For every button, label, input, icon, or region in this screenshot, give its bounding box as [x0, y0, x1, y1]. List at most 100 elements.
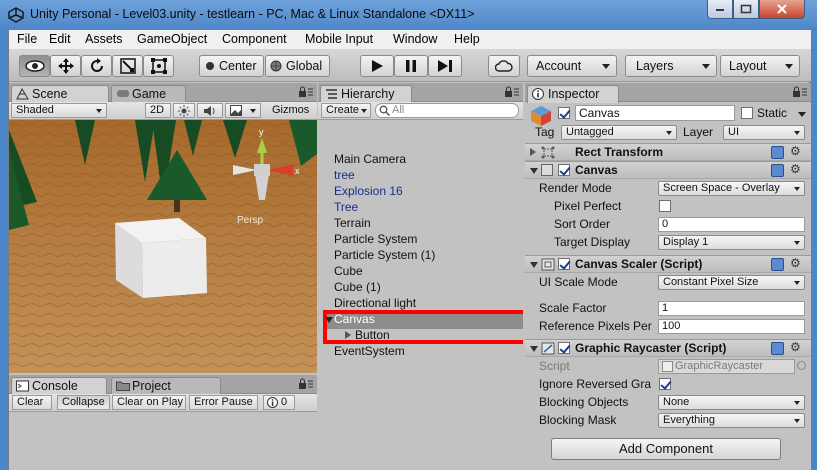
static-checkbox[interactable]: [741, 107, 753, 119]
menu-gameobject[interactable]: GameObject: [137, 32, 207, 46]
scene-viewport[interactable]: y x Persp: [9, 120, 317, 373]
projection-label[interactable]: Persp: [237, 215, 264, 226]
expand-arrow-icon[interactable]: [530, 346, 538, 352]
cloud-button[interactable]: [488, 55, 520, 77]
layers-dropdown[interactable]: Layers: [625, 55, 717, 77]
hierarchy-item-particle-system-1[interactable]: Particle System (1): [334, 248, 435, 262]
console-error-pause-toggle[interactable]: Error Pause: [189, 395, 258, 410]
expand-canvas-icon[interactable]: [325, 317, 333, 323]
menu-mobile-input[interactable]: Mobile Input: [305, 32, 373, 46]
object-name-field[interactable]: Canvas: [575, 105, 735, 121]
hierarchy-item-cube-1[interactable]: Cube (1): [334, 280, 381, 294]
step-button[interactable]: [428, 55, 462, 77]
reference-pixels-field[interactable]: 100: [658, 319, 805, 334]
graphic-raycaster-enabled-checkbox[interactable]: [558, 342, 570, 354]
help-book-icon[interactable]: [771, 146, 784, 159]
2d-toggle[interactable]: 2D: [145, 103, 171, 118]
rect-transform-header[interactable]: Rect Transform ⚙: [525, 143, 811, 161]
panel-options[interactable]: [297, 86, 313, 101]
expand-arrow-icon[interactable]: [530, 262, 538, 268]
account-dropdown[interactable]: Account: [527, 55, 617, 77]
menu-assets[interactable]: Assets: [85, 32, 123, 46]
hierarchy-item-particle-system[interactable]: Particle System: [334, 232, 417, 246]
help-book-icon[interactable]: [771, 342, 784, 355]
scale-factor-field[interactable]: 1: [658, 301, 805, 316]
hierarchy-item-explosion-16[interactable]: Explosion 16: [334, 184, 403, 198]
hierarchy-item-button[interactable]: Button: [355, 328, 390, 342]
scene-lighting-toggle[interactable]: [173, 103, 195, 118]
maximize-button[interactable]: [733, 0, 759, 19]
hierarchy-item-tree[interactable]: tree: [334, 168, 355, 182]
collapse-arrow-icon[interactable]: [530, 148, 536, 156]
blocking-mask-dropdown[interactable]: Everything: [658, 413, 805, 428]
gizmos-dropdown[interactable]: Gizmos: [272, 104, 309, 116]
hierarchy-item-main-camera[interactable]: Main Camera: [334, 152, 406, 166]
hierarchy-search-input[interactable]: All: [375, 103, 519, 118]
panel-options[interactable]: [503, 86, 519, 101]
tab-hierarchy[interactable]: Hierarchy: [320, 85, 412, 103]
pivot-center-button[interactable]: Center: [199, 55, 264, 77]
target-display-dropdown[interactable]: Display 1: [658, 235, 805, 250]
hierarchy-item-eventsystem[interactable]: EventSystem: [334, 344, 405, 358]
panel-options[interactable]: [791, 86, 807, 101]
canvas-scaler-header[interactable]: Canvas Scaler (Script) ⚙: [525, 255, 811, 273]
play-button[interactable]: [360, 55, 394, 77]
layer-dropdown[interactable]: UI: [723, 125, 805, 140]
tab-project[interactable]: Project: [111, 377, 221, 394]
graphic-raycaster-header[interactable]: Graphic Raycaster (Script) ⚙: [525, 339, 811, 357]
space-global-button[interactable]: Global: [265, 55, 330, 77]
hierarchy-item-tree-2[interactable]: Tree: [334, 200, 358, 214]
ui-scale-mode-dropdown[interactable]: Constant Pixel Size: [658, 275, 805, 290]
rotate-tool-button[interactable]: [81, 55, 112, 77]
canvas-component-header[interactable]: Canvas ⚙: [525, 161, 811, 179]
tab-inspector[interactable]: Inspector: [527, 85, 619, 103]
console-info-counter[interactable]: 0: [263, 395, 295, 410]
render-mode-dropdown[interactable]: Screen Space - Overlay: [658, 181, 805, 196]
menu-edit[interactable]: Edit: [49, 32, 71, 46]
view-tool-button[interactable]: [19, 55, 50, 77]
tab-console[interactable]: Console: [11, 377, 107, 395]
object-picker-icon[interactable]: [797, 361, 806, 370]
create-dropdown[interactable]: Create: [321, 103, 371, 118]
gear-icon[interactable]: ⚙: [790, 340, 801, 354]
gear-icon[interactable]: ⚙: [790, 256, 801, 270]
expand-button-child-icon[interactable]: [345, 331, 351, 339]
hierarchy-item-cube[interactable]: Cube: [334, 264, 363, 278]
canvas-scaler-enabled-checkbox[interactable]: [558, 258, 570, 270]
tag-dropdown[interactable]: Untagged: [561, 125, 677, 140]
close-button[interactable]: [759, 0, 805, 19]
static-dropdown-chevron-icon[interactable]: [798, 112, 806, 117]
panel-options[interactable]: [297, 378, 313, 393]
gear-icon[interactable]: ⚙: [790, 162, 801, 176]
scale-tool-button[interactable]: [112, 55, 143, 77]
move-tool-button[interactable]: [50, 55, 81, 77]
layout-dropdown[interactable]: Layout: [720, 55, 800, 77]
hierarchy-item-canvas[interactable]: Canvas: [334, 312, 375, 326]
rect-tool-button[interactable]: [143, 55, 174, 77]
hierarchy-item-directional-light[interactable]: Directional light: [334, 296, 416, 310]
console-clear-button[interactable]: Clear: [12, 395, 52, 410]
ignore-reversed-checkbox[interactable]: [659, 378, 671, 390]
pixel-perfect-checkbox[interactable]: [659, 200, 671, 212]
menu-help[interactable]: Help: [454, 32, 480, 46]
sort-order-field[interactable]: 0: [658, 217, 805, 232]
menu-file[interactable]: File: [17, 32, 37, 46]
shading-mode-dropdown[interactable]: Shaded: [11, 103, 107, 118]
help-book-icon[interactable]: [771, 164, 784, 177]
scene-audio-toggle[interactable]: [197, 103, 223, 118]
canvas-enabled-checkbox[interactable]: [558, 164, 570, 176]
blocking-objects-dropdown[interactable]: None: [658, 395, 805, 410]
console-collapse-toggle[interactable]: Collapse: [57, 395, 110, 410]
active-checkbox[interactable]: [558, 107, 570, 119]
menu-component[interactable]: Component: [222, 32, 287, 46]
help-book-icon[interactable]: [771, 258, 784, 271]
scene-effects-dropdown[interactable]: [225, 103, 261, 118]
menu-window[interactable]: Window: [393, 32, 437, 46]
console-clear-on-play-toggle[interactable]: Clear on Play: [112, 395, 186, 410]
gear-icon[interactable]: ⚙: [790, 144, 801, 158]
expand-arrow-icon[interactable]: [530, 168, 538, 174]
hierarchy-item-terrain[interactable]: Terrain: [334, 216, 371, 230]
tab-scene[interactable]: Scene: [11, 85, 109, 103]
add-component-button[interactable]: Add Component: [551, 438, 781, 460]
minimize-button[interactable]: [707, 0, 733, 19]
